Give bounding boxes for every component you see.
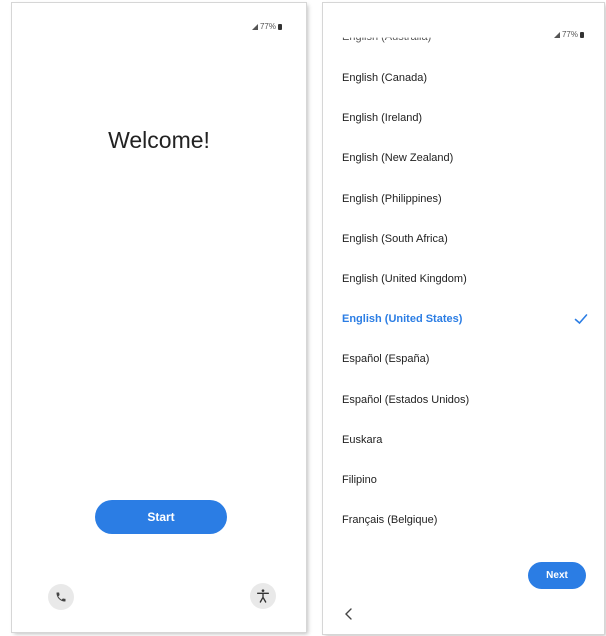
language-item[interactable]: English (New Zealand): [342, 146, 588, 170]
language-item-label: English (United States): [342, 313, 463, 325]
accessibility-button[interactable]: [250, 583, 276, 609]
status-bar: 77%: [251, 22, 282, 31]
language-item-label: Euskara: [342, 434, 383, 446]
language-item[interactable]: English (Ireland): [342, 106, 588, 130]
language-item-label: Filipino: [342, 474, 377, 486]
language-screen: 77% English (Australia) English (Canada)…: [323, 3, 604, 634]
page-title: Welcome!: [108, 127, 210, 153]
language-item-label: English (Philippines): [342, 193, 442, 205]
language-item-label: Français (Belgique): [342, 514, 438, 526]
language-item[interactable]: Español (Estados Unidos): [342, 388, 588, 412]
accessibility-icon: [257, 589, 269, 603]
emergency-call-button[interactable]: [48, 584, 74, 610]
language-item-partial[interactable]: English (Australia): [342, 38, 431, 43]
welcome-screen: 77% Welcome! Start: [12, 3, 306, 632]
next-button[interactable]: Next: [528, 562, 586, 589]
language-item-label: Español (España): [342, 353, 430, 365]
language-item[interactable]: English (South Africa): [342, 227, 588, 251]
language-item-label: English (New Zealand): [342, 152, 454, 164]
language-item[interactable]: English (United States): [342, 307, 588, 331]
language-item[interactable]: Español (España): [342, 347, 588, 371]
language-item-label: English (United Kingdom): [342, 273, 467, 285]
language-item-label: English (South Africa): [342, 233, 448, 245]
language-item-label: English (Ireland): [342, 112, 423, 124]
language-item[interactable]: English (Canada): [342, 66, 588, 90]
start-button[interactable]: Start: [95, 500, 227, 534]
back-button[interactable]: [339, 604, 359, 624]
language-item[interactable]: Français (Belgique): [342, 508, 588, 532]
status-bar: 77%: [553, 30, 584, 39]
language-item-label: Español (Estados Unidos): [342, 394, 470, 406]
signal-icon: [553, 31, 560, 38]
phone-icon: [56, 592, 66, 602]
chevron-left-icon: [345, 608, 352, 620]
language-item[interactable]: Filipino: [342, 468, 588, 492]
battery-level: 77%: [259, 22, 276, 31]
checkmark-icon: [574, 314, 588, 325]
signal-icon: [251, 23, 258, 30]
battery-icon: [580, 31, 584, 38]
language-item-label: English (Canada): [342, 72, 427, 84]
language-item[interactable]: English (Philippines): [342, 187, 588, 211]
language-item[interactable]: Euskara: [342, 428, 588, 452]
battery-icon: [278, 23, 282, 30]
language-item[interactable]: English (United Kingdom): [342, 267, 588, 291]
battery-level: 77%: [561, 30, 578, 39]
